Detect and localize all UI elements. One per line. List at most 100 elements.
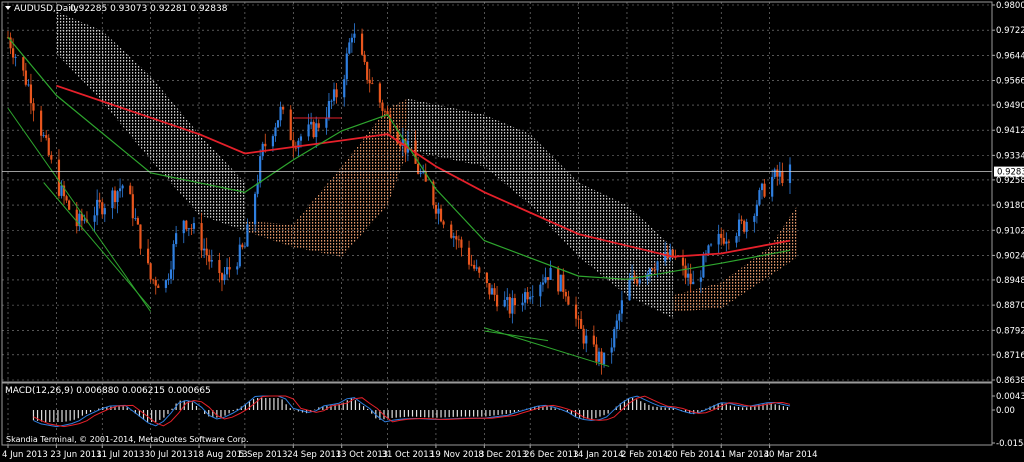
candle-body (602, 352, 606, 365)
candle-body (307, 124, 310, 137)
candle-body (618, 313, 621, 321)
x-tick-label: 14 Jan 2014 (573, 450, 624, 460)
y-tick-label: 0.86380 (996, 376, 1024, 386)
candle-body (22, 57, 25, 71)
candle-body (699, 277, 702, 282)
candle-body (707, 245, 710, 254)
candle-body (684, 265, 687, 278)
candle-body (760, 183, 764, 191)
candle-body (473, 265, 476, 269)
candle-body (353, 33, 356, 38)
candle-body (755, 204, 758, 216)
candle-body (225, 267, 229, 275)
candle-body (47, 137, 50, 156)
candle-body (45, 135, 48, 138)
candle-body (192, 223, 196, 229)
candle-body (503, 299, 506, 307)
candle-body (508, 297, 511, 314)
candle-body (154, 280, 157, 286)
candle-body (14, 57, 17, 58)
chart-canvas[interactable]: 0.98000 0.97220 0.96440 0.95660 0.94900 0.941… (0, 0, 1024, 462)
macd-axis-label: 0.00433 (996, 392, 1024, 402)
candle-body (687, 273, 690, 278)
candle-body (434, 205, 438, 214)
candle-body (628, 279, 631, 301)
candle-body (335, 89, 338, 98)
candle-body (228, 267, 231, 270)
x-tick-label: 11 Jul 2013 (96, 450, 144, 460)
candle-body (271, 136, 275, 147)
candle-body (93, 215, 96, 222)
candle-body (210, 260, 213, 262)
candle-body (136, 218, 140, 225)
candle-body (722, 237, 725, 244)
candle-body (470, 264, 473, 266)
x-tick-label: 23 Jun 2013 (50, 450, 101, 460)
candle-body (753, 215, 756, 222)
candle-body (218, 260, 221, 274)
candle-body (65, 196, 68, 201)
candle-body (243, 246, 246, 248)
candle-body (42, 135, 45, 136)
candle-body (521, 302, 524, 306)
candle-body (167, 278, 170, 281)
candle-body (294, 147, 297, 149)
x-tick-label: 11 Mar 2014 (715, 450, 769, 460)
y-tick-label: 0.96440 (996, 51, 1024, 61)
candle-body (559, 274, 562, 292)
candle-body (735, 236, 738, 243)
candle-body (29, 84, 33, 104)
candle-body (490, 288, 494, 295)
candle-body (615, 320, 618, 330)
candle-body (592, 335, 595, 345)
candle-body (475, 267, 478, 269)
candle-body (50, 155, 53, 160)
y-tick-label: 0.91020 (996, 226, 1024, 236)
macd-label: MACD(12,26,9) 0.006880 0.006215 0.000665 (5, 386, 211, 396)
candle-body (585, 335, 588, 344)
candle-body (610, 347, 613, 353)
x-tick-label: 4 Jun 2013 (2, 450, 48, 460)
symbol-header[interactable]: AUDUSD,Daily 0.92285 0.93073 0.92281 0.9… (5, 4, 228, 14)
candle-body (781, 170, 784, 184)
candle-body (223, 274, 226, 281)
candle-body (595, 344, 598, 362)
candle-body (111, 190, 114, 209)
candle-body (134, 218, 137, 219)
candle-body (371, 83, 374, 85)
candle-body (118, 188, 122, 192)
y-tick-label: 0.93340 (996, 151, 1024, 161)
candle-body (24, 70, 27, 85)
candle-body (253, 193, 257, 225)
candle-body (417, 163, 420, 174)
candle-body (381, 102, 384, 111)
y-tick-label: 0.94900 (996, 101, 1024, 111)
candle-body (523, 292, 527, 303)
candle-body (246, 224, 249, 247)
candle-body (455, 236, 458, 240)
x-tick-label: 30 Jul 2013 (145, 450, 193, 460)
candle-body (366, 62, 369, 80)
y-tick-label: 0.90240 (996, 251, 1024, 261)
candle-body (261, 143, 264, 157)
y-tick-label: 0.91800 (996, 201, 1024, 211)
x-tick-label: 24 Sep 2013 (287, 450, 341, 460)
candle-body (238, 244, 241, 267)
candle-body (506, 297, 509, 300)
candle-body (511, 298, 514, 314)
candle-body (200, 223, 203, 251)
candle-body (539, 284, 542, 297)
candle-body (419, 172, 422, 174)
candle-body (139, 224, 142, 249)
candle-body (582, 328, 585, 344)
candle-body (332, 89, 336, 101)
candle-body (692, 281, 695, 285)
macd-axis-label: 0.00 (996, 406, 1015, 416)
candle-body (289, 109, 292, 141)
candle-body (529, 296, 532, 300)
y-tick-label: 0.88700 (996, 301, 1024, 311)
candle-body (121, 185, 124, 189)
x-tick-label: 8 Dec 2013 (478, 450, 527, 460)
candle-body (190, 228, 193, 230)
x-tick-label: 19 Nov 2013 (430, 450, 484, 460)
